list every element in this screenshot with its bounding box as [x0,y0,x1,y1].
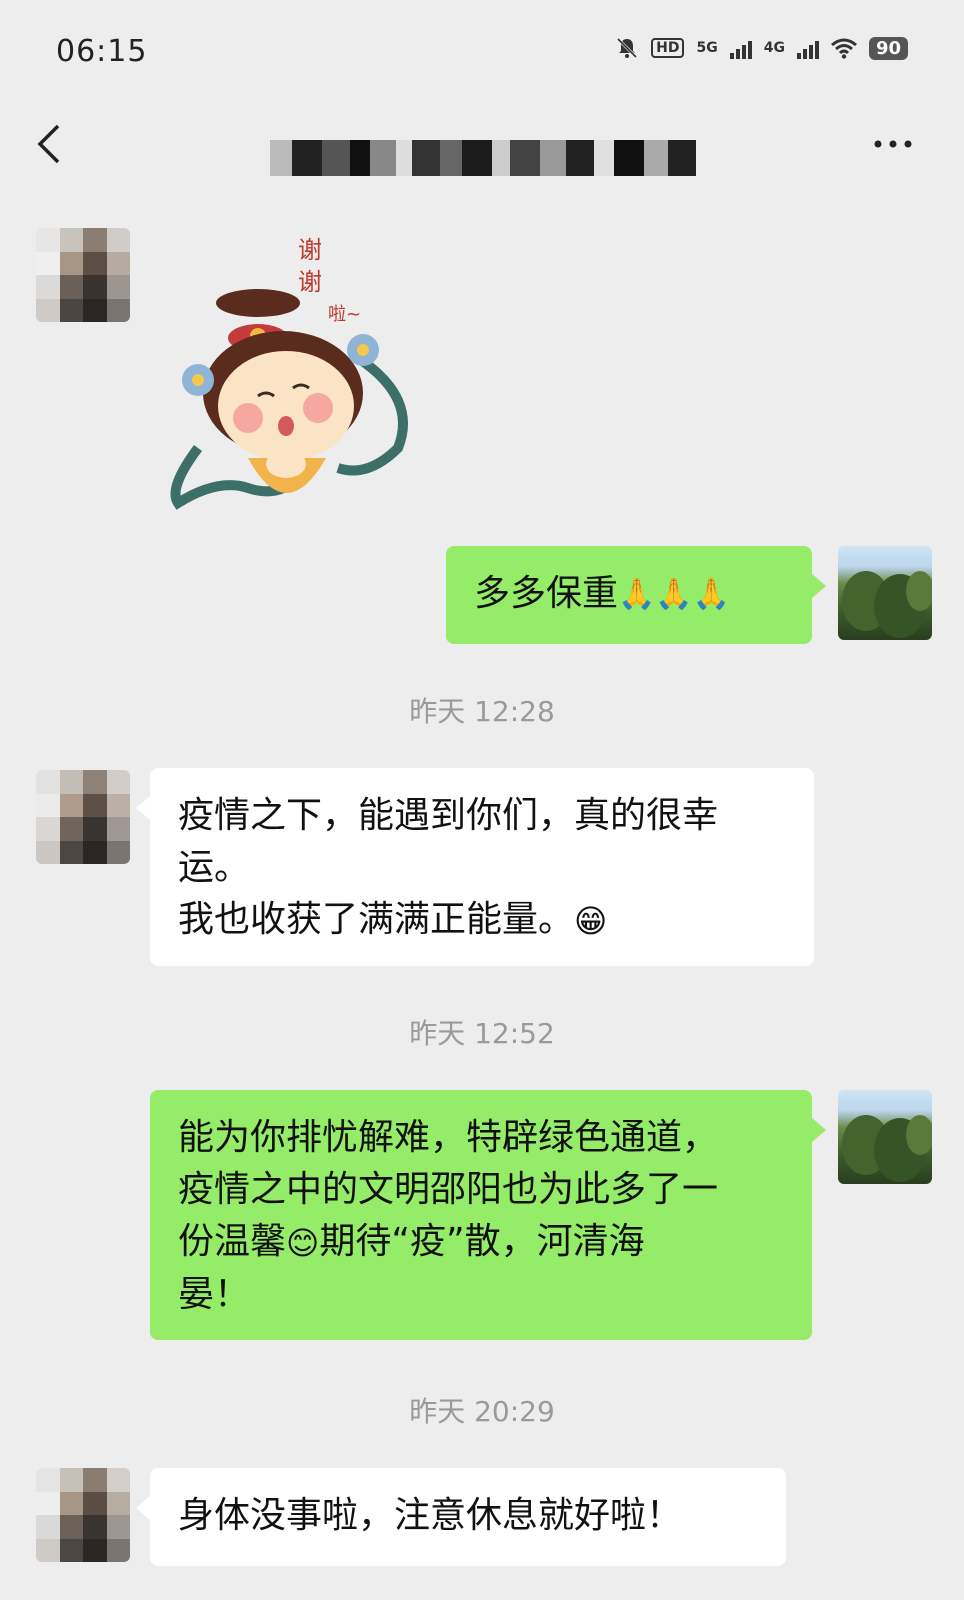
message-line: 疫情之中的文明邵阳也为此多了一 [178,1169,719,1210]
message-bubble-outgoing[interactable]: 多多保重🙏🙏🙏 [446,546,826,644]
message-bubble-incoming[interactable]: 身体没事啦，注意休息就好啦！ [136,1468,786,1566]
signal-5g-icon [729,37,752,59]
message-text: 多多保重 [474,573,619,614]
battery-icon: 90 [868,36,908,60]
chat-title-redacted [270,140,720,180]
pray-emoji-icon: 🙏🙏🙏 [618,577,731,612]
my-avatar[interactable] [838,546,932,640]
message-bubble-outgoing[interactable]: 能为你排忧解难，特辟绿色通道， 疫情之中的文明邵阳也为此多了一 份温馨😊期待“疫… [150,1090,826,1340]
chevron-left-icon[interactable] [34,122,64,166]
wifi-icon [830,38,857,59]
message-line: 期待“疫”散，河清海 [319,1221,645,1262]
thanks-sticker[interactable]: 谢 谢 啦~ [158,228,438,518]
message-line: 份温馨 [178,1221,287,1262]
chat-header [0,100,964,195]
more-icon[interactable] [868,124,918,164]
status-icons: HD 5G 4G 90 [615,36,908,60]
signal-4g-icon [796,37,819,59]
timestamp: 昨天 20:29 [409,1395,555,1428]
sticker-text-1: 谢 [298,236,322,264]
smile-emoji-icon: 😊 [286,1224,320,1262]
contact-avatar[interactable] [36,228,130,322]
message-bubble-incoming[interactable]: 疫情之下，能遇到你们，真的很幸 运。 我也收获了满满正能量。😁 [136,768,814,966]
status-time: 06:15 [56,34,148,69]
net-4g-label: 4G [763,40,785,56]
message-line: 晏！ [178,1274,251,1315]
mute-icon [617,37,638,59]
tree-photo-icon [842,1115,932,1182]
message-line: 运。 [178,847,251,888]
message-text: 身体没事啦，注意休息就好啦！ [178,1495,683,1536]
sticker-text-2: 谢 [298,268,322,296]
message-line: 我也收获了满满正能量。 [178,899,575,940]
net-5g-label: 5G [696,40,718,56]
message-line: 能为你排忧解难，特辟绿色通道， [178,1117,719,1158]
timestamp: 昨天 12:28 [409,695,555,728]
status-bar: 06:15 HD 5G 4G 90 [0,0,964,100]
hd-icon: HD [651,38,685,58]
message-line: 疫情之下，能遇到你们，真的很幸 [178,795,719,836]
sticker-text-3: 啦~ [328,304,361,325]
contact-avatar[interactable] [36,770,130,864]
my-avatar[interactable] [838,1090,932,1184]
contact-avatar[interactable] [36,1468,130,1562]
grin-emoji-icon: 😁 [574,902,608,940]
tree-photo-icon [842,571,932,638]
timestamp: 昨天 12:52 [409,1017,555,1050]
